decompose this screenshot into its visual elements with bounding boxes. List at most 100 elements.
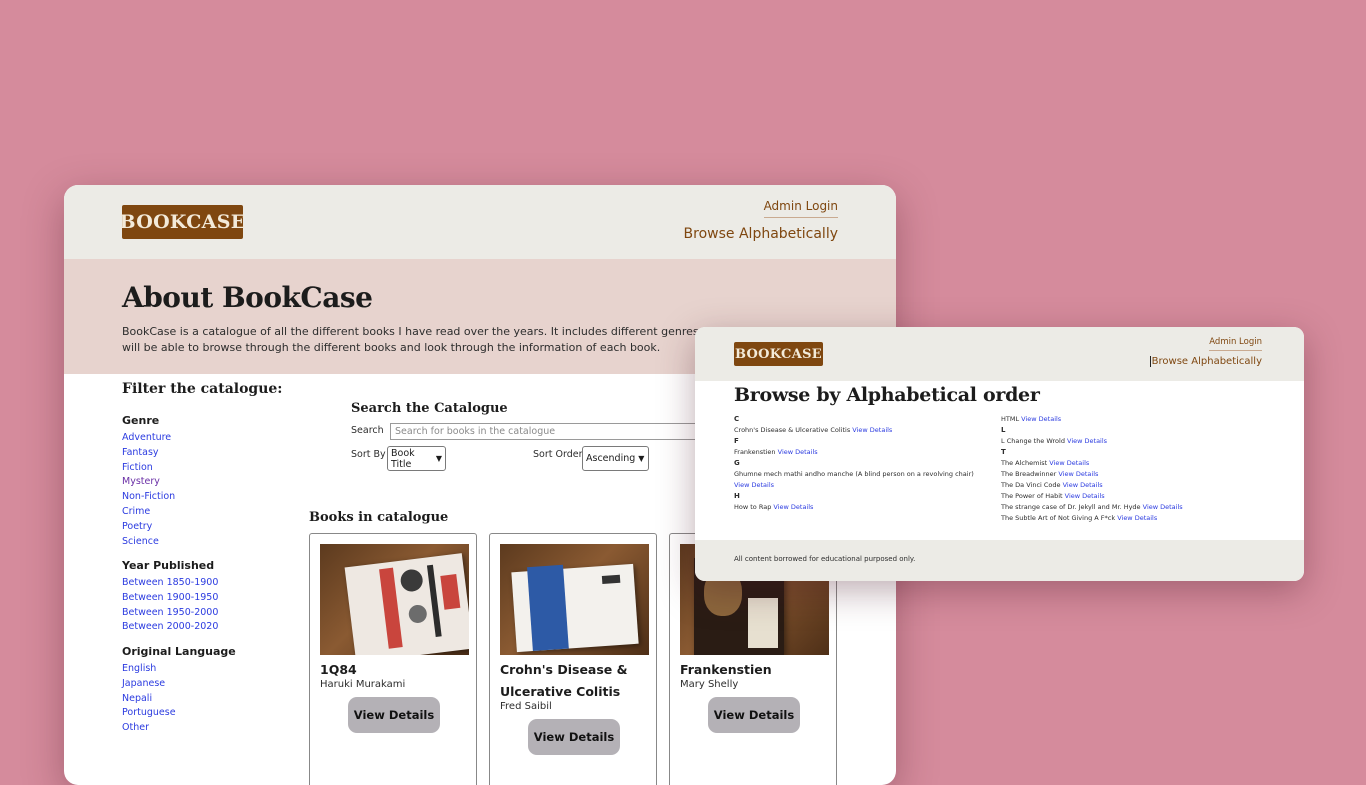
chevron-down-icon: ▼: [435, 454, 442, 463]
book-author: Fred Saibil: [500, 701, 552, 712]
view-details-link[interactable]: View Details: [1067, 437, 1107, 445]
browse-alphabetically-link[interactable]: Browse Alphabetically: [684, 226, 838, 242]
language-link[interactable]: Japanese: [122, 677, 236, 692]
book-entry-title: L Change the Wrold: [1001, 437, 1065, 445]
book-author: Haruki Murakami: [320, 679, 406, 690]
book-entry-title: The Da Vinci Code: [1001, 481, 1061, 489]
sort-by-value: Book Title: [391, 447, 415, 470]
site-logo[interactable]: BOOKCASE: [120, 205, 245, 239]
genre-link[interactable]: Adventure: [122, 431, 175, 446]
book-entry: The Breadwinner View Details: [1001, 469, 1256, 480]
admin-login-link[interactable]: Admin Login: [763, 199, 838, 218]
book-cover-image: [500, 544, 649, 655]
view-details-link[interactable]: View Details: [1143, 503, 1183, 511]
genre-link[interactable]: Science: [122, 535, 175, 550]
book-cover-image: [320, 544, 469, 655]
language-link[interactable]: English: [122, 662, 236, 677]
view-details-button[interactable]: View Details: [348, 697, 440, 733]
site-footer: All content borrowed for educational pur…: [695, 540, 1304, 581]
book-entry-title: The strange case of Dr. Jekyll and Mr. H…: [1001, 503, 1141, 511]
genre-link[interactable]: Poetry: [122, 520, 175, 535]
genre-link[interactable]: Fiction: [122, 461, 175, 476]
site-header: BOOKCASE Admin Login Browse Alphabetical…: [695, 327, 1304, 381]
site-logo[interactable]: BOOKCASE: [734, 342, 823, 366]
book-title[interactable]: 1Q84: [320, 659, 470, 681]
letter-heading: G: [734, 459, 740, 467]
letter-heading: F: [734, 437, 739, 445]
view-details-button[interactable]: View Details: [708, 697, 800, 733]
language-link[interactable]: Other: [122, 721, 236, 736]
genre-link[interactable]: Crime: [122, 505, 175, 520]
book-entry-title: The Breadwinner: [1001, 470, 1057, 478]
view-details-link[interactable]: View Details: [1063, 481, 1103, 489]
view-details-link[interactable]: View Details: [1021, 415, 1061, 423]
book-entry: The Alchemist View Details: [1001, 458, 1256, 469]
view-details-link[interactable]: View Details: [778, 448, 818, 456]
chevron-down-icon: ▼: [638, 454, 645, 463]
view-details-link[interactable]: View Details: [773, 503, 813, 511]
book-entry: Frankenstien View Details: [734, 447, 989, 458]
alphabet-column-right: HTML View Details L L Change the Wrold V…: [1001, 414, 1256, 524]
book-entry: How to Rap View Details: [734, 502, 989, 513]
genre-heading: Genre: [122, 414, 160, 427]
book-entry-title: Ghumne mech mathi andho manche (A blind …: [734, 470, 974, 478]
about-title: About BookCase: [122, 281, 373, 314]
year-filter: Year Published Between 1850-1900 Between…: [122, 559, 218, 635]
genre-link[interactable]: Mystery: [122, 475, 175, 490]
sort-by-label: Sort By: [351, 449, 386, 460]
year-link[interactable]: Between 1850-1900: [122, 576, 218, 591]
year-link[interactable]: Between 2000-2020: [122, 620, 218, 635]
book-entry: The Power of Habit View Details: [1001, 491, 1256, 502]
year-link[interactable]: Between 1950-2000: [122, 606, 218, 621]
genre-filter: Genre Adventure Fantasy Fiction Mystery …: [122, 414, 175, 549]
view-details-link[interactable]: View Details: [1117, 514, 1157, 522]
books-title: Books in catalogue: [309, 510, 449, 525]
book-card: Crohn's Disease & Ulcerative Colitis Fre…: [489, 533, 657, 785]
browse-window: BOOKCASE Admin Login Browse Alphabetical…: [695, 327, 1304, 581]
browse-title: Browse by Alphabetical order: [734, 384, 1040, 406]
book-entry-title: Crohn's Disease & Ulcerative Colitis: [734, 426, 851, 434]
search-title: Search the Catalogue: [351, 401, 508, 416]
footer-text: All content borrowed for educational pur…: [734, 555, 916, 563]
search-label: Search: [351, 425, 384, 436]
book-author: Mary Shelly: [680, 679, 739, 690]
admin-login-link[interactable]: Admin Login: [1209, 337, 1262, 351]
book-entry: Ghumne mech mathi andho manche (A blind …: [734, 469, 989, 491]
book-title[interactable]: Crohn's Disease & Ulcerative Colitis: [500, 659, 650, 703]
sort-order-label: Sort Order: [533, 449, 583, 460]
sort-order-value: Ascending: [586, 453, 636, 464]
book-entry: L Change the Wrold View Details: [1001, 436, 1256, 447]
book-entry-title: HTML: [1001, 415, 1020, 423]
view-details-link[interactable]: View Details: [1065, 492, 1105, 500]
view-details-link[interactable]: View Details: [852, 426, 892, 434]
book-entry: The Da Vinci Code View Details: [1001, 480, 1256, 491]
view-details-link[interactable]: View Details: [734, 481, 774, 489]
book-entry-title: The Alchemist: [1001, 459, 1048, 467]
book-entry-title: How to Rap: [734, 503, 772, 511]
language-link[interactable]: Portuguese: [122, 706, 236, 721]
language-link[interactable]: Nepali: [122, 692, 236, 707]
sort-order-select[interactable]: Ascending ▼: [582, 446, 649, 471]
alphabet-column-left: C Crohn's Disease & Ulcerative Colitis V…: [734, 414, 989, 513]
site-header: BOOKCASE Admin Login Browse Alphabetical…: [64, 185, 896, 259]
year-heading: Year Published: [122, 559, 215, 572]
filter-title: Filter the catalogue:: [122, 381, 283, 397]
book-entry: The strange case of Dr. Jekyll and Mr. H…: [1001, 502, 1256, 513]
year-link[interactable]: Between 1900-1950: [122, 591, 218, 606]
book-entry-title: Frankenstien: [734, 448, 776, 456]
language-filter: Original Language English Japanese Nepal…: [122, 645, 236, 736]
book-entry: Crohn's Disease & Ulcerative Colitis Vie…: [734, 425, 989, 436]
genre-link[interactable]: Non-Fiction: [122, 490, 175, 505]
book-entry-title: The Power of Habit: [1001, 492, 1063, 500]
view-details-link[interactable]: View Details: [1049, 459, 1089, 467]
book-title[interactable]: Frankenstien: [680, 659, 830, 681]
book-entry: The Subtle Art of Not Giving A F*ck View…: [1001, 513, 1256, 524]
view-details-link[interactable]: View Details: [1058, 470, 1098, 478]
book-entry: HTML View Details: [1001, 414, 1256, 425]
genre-link[interactable]: Fantasy: [122, 446, 175, 461]
book-entry-title: The Subtle Art of Not Giving A F*ck: [1001, 514, 1116, 522]
book-card: 1Q84 Haruki Murakami View Details: [309, 533, 477, 785]
browse-alphabetically-link[interactable]: Browse Alphabetically: [1149, 356, 1262, 367]
view-details-button[interactable]: View Details: [528, 719, 620, 755]
sort-by-select[interactable]: Book Title ▼: [387, 446, 446, 471]
